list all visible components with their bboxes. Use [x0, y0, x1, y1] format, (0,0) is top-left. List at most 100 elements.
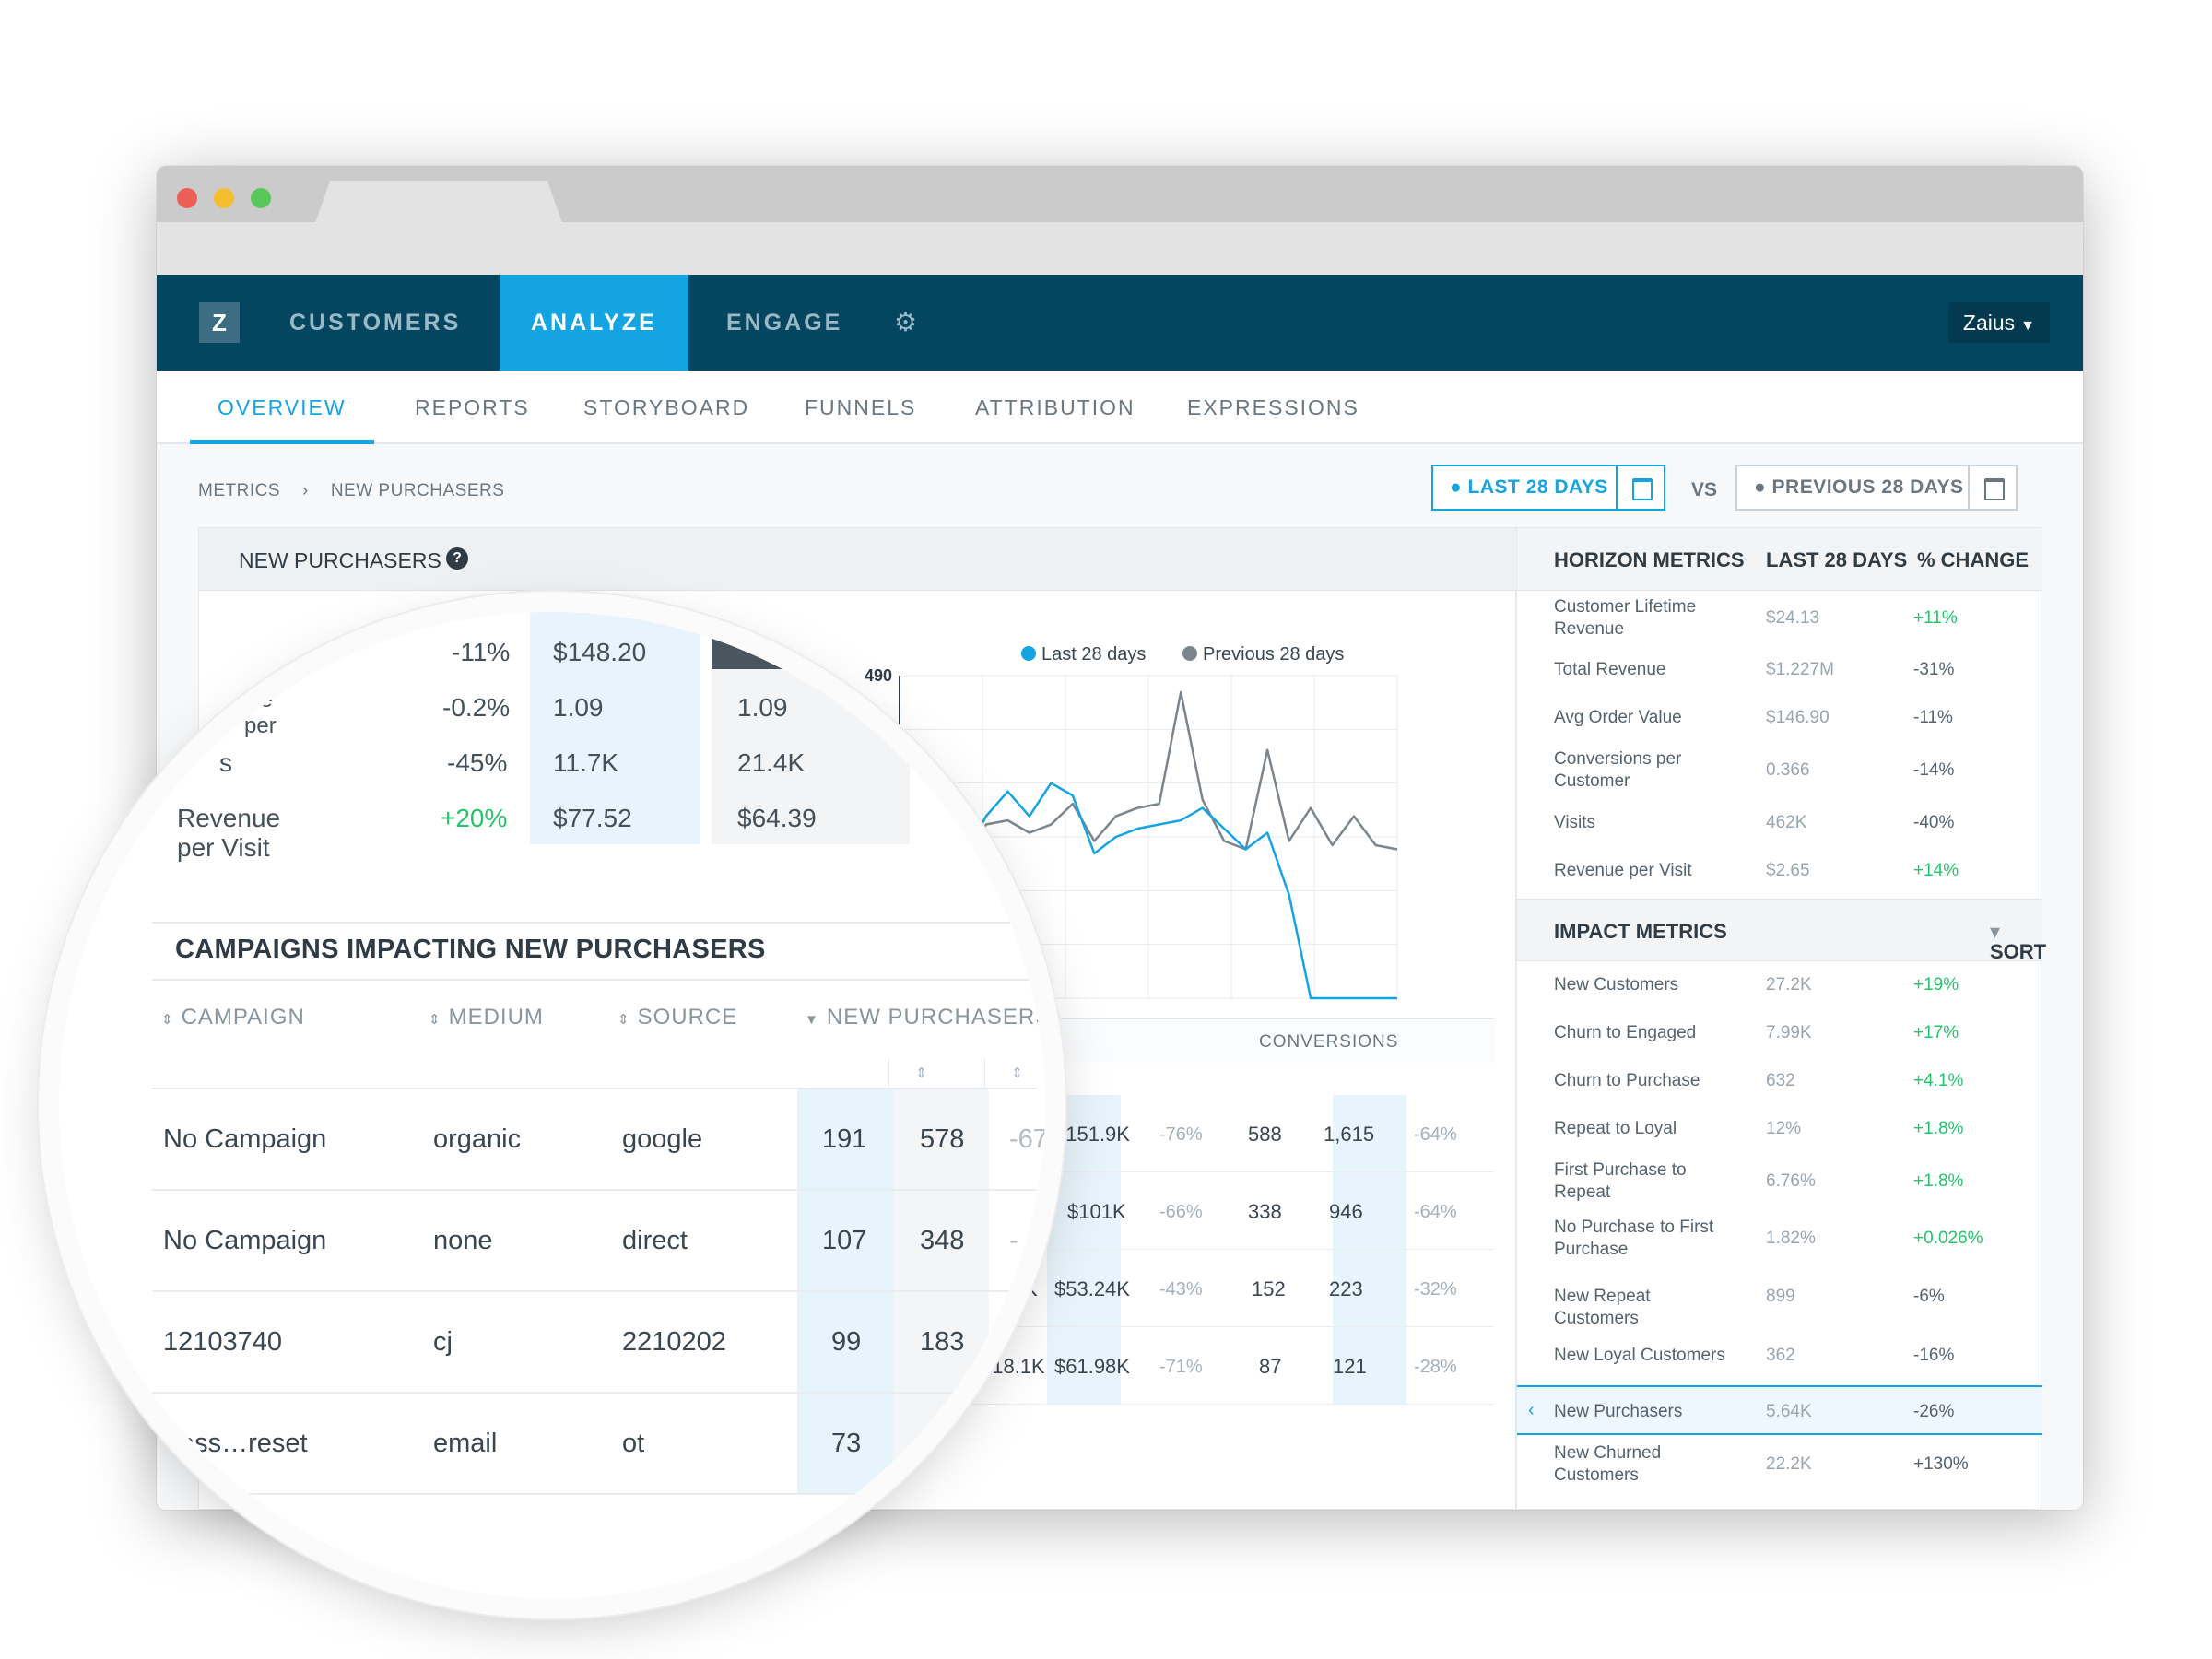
- impact-name: Repeat to Loyal: [1554, 1119, 1677, 1138]
- cell: $61.98K: [1054, 1355, 1130, 1378]
- cell: -64%: [1414, 1202, 1457, 1222]
- date-previous-label: PREVIOUS 28 DAYS: [1771, 477, 1964, 498]
- impact-row[interactable]: New Loyal Customers 362 -16%: [1517, 1326, 2042, 1385]
- horizon-change: +11%: [1913, 608, 1958, 628]
- horizon-row[interactable]: Revenue per Visit $2.65 +14%: [1517, 847, 2042, 895]
- table-row[interactable]: No Campaign organic google 191 578 -67: [152, 1089, 1045, 1191]
- impact-change: +0.026%: [1913, 1229, 1983, 1248]
- cell-campaign: ass…reset: [180, 1429, 308, 1458]
- impact-row[interactable]: ‹ New Purchasers 5.64K -26%: [1517, 1385, 2042, 1435]
- tab-overview[interactable]: OVERVIEW: [190, 371, 374, 444]
- impact-row[interactable]: Repeat to Loyal 12% +1.8%: [1517, 1105, 2042, 1153]
- table-row[interactable]: No Campaign none direct 107 348 -: [152, 1191, 1037, 1292]
- horizon-col-change: % CHANGE: [1917, 548, 2030, 571]
- magnifier: AYS -11% $148.20 Ne per -0.2% 1.09 1.09 …: [59, 612, 1045, 1598]
- horizon-change: -14%: [1913, 760, 1955, 780]
- metric-label: Ne per: [244, 688, 276, 738]
- sub-navigation: OVERVIEW REPORTS STORYBOARD FUNNELS ATTR…: [157, 371, 2083, 444]
- col-campaign[interactable]: ⇕ CAMPAIGN: [161, 1005, 305, 1030]
- nav-engage[interactable]: ENGAGE: [695, 275, 874, 371]
- horizon-row[interactable]: Total Revenue $1.227M -31%: [1517, 646, 2042, 694]
- sort-button[interactable]: SORT ▾: [1990, 920, 2046, 963]
- calendar-icon[interactable]: [1616, 466, 1664, 509]
- impact-header: IMPACT METRICS SORT ▾: [1517, 899, 2046, 963]
- tab-attribution[interactable]: ATTRIBUTION: [975, 371, 1135, 444]
- impact-value: 362: [1766, 1346, 1795, 1365]
- metric-current: $77.52: [553, 804, 632, 832]
- tab-funnels[interactable]: FUNNELS: [805, 371, 916, 444]
- horizon-change: -40%: [1913, 813, 1955, 832]
- horizon-row[interactable]: Visits 462K -40%: [1517, 799, 2042, 847]
- col-source[interactable]: ⇕ SOURCE: [618, 1005, 737, 1030]
- close-window-button[interactable]: [177, 188, 197, 208]
- gear-icon[interactable]: ⚙: [894, 310, 920, 335]
- impact-row[interactable]: No Purchase to First Purchase 1.82% +0.026…: [1517, 1210, 2042, 1267]
- breadcrumb-metrics[interactable]: METRICS: [198, 481, 280, 500]
- col-conversions-label[interactable]: CONVERSIONS: [1259, 1032, 1398, 1053]
- metric-change: +20%: [441, 804, 508, 832]
- table-row[interactable]: 12103740 cj 2210202 99 183: [152, 1292, 1037, 1394]
- tab-storyboard[interactable]: STORYBOARD: [583, 371, 749, 444]
- horizon-name: Revenue per Visit: [1554, 861, 1692, 880]
- maximize-window-button[interactable]: [251, 188, 271, 208]
- user-name: Zaius: [1962, 311, 2016, 335]
- tab-expressions[interactable]: EXPRESSIONS: [1187, 371, 1359, 444]
- impact-row[interactable]: New Repeat Customers 899 -6%: [1517, 1267, 2042, 1328]
- horizon-row[interactable]: Conversions per Customer 0.366 -14%: [1517, 742, 2042, 799]
- browser-tab[interactable]: [315, 181, 562, 223]
- horizon-value: 0.366: [1766, 760, 1810, 780]
- nav-analyze[interactable]: ANALYZE: [500, 275, 688, 371]
- breadcrumb: METRICS › NEW PURCHASERS: [198, 481, 504, 501]
- legend-label: Previous 28 days: [1203, 644, 1344, 665]
- calendar-icon[interactable]: [1968, 466, 2016, 509]
- metric-label: Revenue per Visit: [177, 804, 281, 862]
- impact-row[interactable]: New Customers 27.2K +19%: [1517, 961, 2042, 1009]
- impact-name: First Purchase to Repeat: [1554, 1160, 1687, 1202]
- table-row[interactable]: ass…reset email ot 73: [152, 1394, 1037, 1495]
- col-new-purchasers[interactable]: ▼ NEW PURCHASERS: [805, 1005, 1045, 1030]
- sort-icon[interactable]: ⇕: [984, 1058, 1045, 1089]
- breadcrumb-current: NEW PURCHASERS: [330, 481, 505, 500]
- date-range-current[interactable]: ● LAST 28 DAYS: [1431, 465, 1665, 511]
- vs-label: VS: [1691, 479, 1718, 500]
- metric-current: 1.09: [553, 693, 604, 722]
- chevron-right-icon: ›: [302, 481, 309, 500]
- divider: [152, 979, 1037, 981]
- sort-icon[interactable]: ⇕: [888, 1058, 953, 1089]
- browser-chrome: [157, 166, 2083, 275]
- col-source-label: SOURCE: [637, 1005, 738, 1030]
- impact-name: New Purchasers: [1554, 1402, 1683, 1421]
- cell-change: -67: [1009, 1124, 1045, 1154]
- zaius-logo[interactable]: Z: [199, 302, 240, 343]
- user-menu[interactable]: Zaius ▼: [1947, 302, 2050, 343]
- horizon-header: HORIZON METRICS LAST 28 DAYS % CHANGE: [1517, 528, 2042, 591]
- horizon-row[interactable]: Avg Order Value $146.90 -11%: [1517, 694, 2042, 742]
- chevron-down-icon: ▼: [2020, 318, 2035, 334]
- horizon-row[interactable]: Customer Lifetime Revenue $24.13 +11%: [1517, 591, 2042, 646]
- metric-label: s: [219, 748, 232, 777]
- col-medium[interactable]: ⇕ MEDIUM: [429, 1005, 544, 1030]
- minimize-window-button[interactable]: [214, 188, 234, 208]
- horizon-value: $146.90: [1766, 708, 1830, 727]
- help-icon[interactable]: ?: [446, 547, 468, 570]
- chevron-left-icon[interactable]: ‹: [1528, 1400, 1535, 1421]
- date-range-previous[interactable]: ● PREVIOUS 28 DAYS: [1735, 465, 2018, 511]
- impact-row[interactable]: First Purchase to Repeat 6.76% +1.8%: [1517, 1153, 2042, 1210]
- metric-previous: 21.4K: [737, 748, 806, 777]
- col-campaign-label: CAMPAIGN: [181, 1005, 305, 1030]
- nav-customers[interactable]: CUSTOMERS: [258, 275, 492, 371]
- horizon-name: Total Revenue: [1554, 660, 1666, 679]
- impact-title: IMPACT METRICS: [1554, 920, 1727, 943]
- cell-current: 99: [831, 1327, 862, 1357]
- impact-row[interactable]: New Churned Customers 22.2K +130%: [1517, 1435, 2042, 1494]
- impact-change: +17%: [1913, 1023, 1959, 1042]
- impact-change: +1.8%: [1913, 1171, 1964, 1191]
- impact-row[interactable]: Churn to Purchase 632 +4.1%: [1517, 1057, 2042, 1105]
- impact-name: New Repeat Customers: [1554, 1287, 1651, 1328]
- tab-reports[interactable]: REPORTS: [415, 371, 530, 444]
- panel-header: NEW PURCHASERS ?: [199, 528, 1517, 591]
- impact-change: +1.8%: [1913, 1119, 1964, 1138]
- impact-row[interactable]: Churn to Engaged 7.99K +17%: [1517, 1009, 2042, 1057]
- legend-marker: [1182, 646, 1197, 661]
- magnified-view: AYS -11% $148.20 Ne per -0.2% 1.09 1.09 …: [59, 612, 1045, 1598]
